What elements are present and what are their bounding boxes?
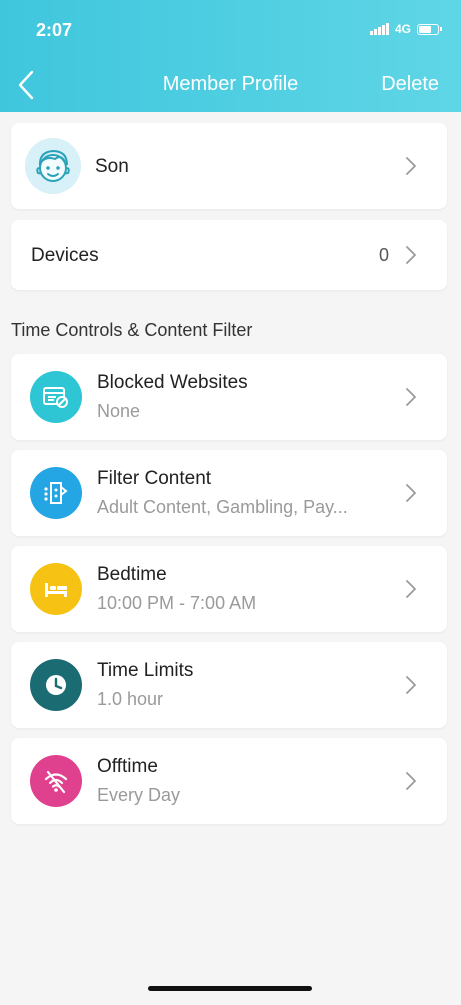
battery-icon	[417, 23, 442, 35]
item-title: Offtime	[97, 756, 158, 777]
status-time: 2:07	[36, 20, 73, 40]
avatar	[25, 138, 81, 194]
chevron-right-icon	[406, 157, 416, 175]
item-subtitle: 1.0 hour	[97, 689, 164, 709]
network-type: 4G	[394, 22, 411, 36]
bed-icon	[30, 563, 82, 615]
wifi-off-icon	[30, 755, 82, 807]
item-subtitle: None	[97, 401, 141, 421]
chevron-right-icon	[406, 388, 416, 406]
blocked-websites-row[interactable]: Blocked Websites None	[11, 354, 447, 440]
filter-content-icon	[30, 467, 82, 519]
profile-name: Son	[95, 156, 129, 177]
chevron-right-icon	[406, 484, 416, 502]
offtime-row[interactable]: Offtime Every Day	[11, 738, 447, 824]
devices-count: 0	[378, 245, 389, 265]
profile-card[interactable]: Son	[11, 123, 447, 209]
item-title: Bedtime	[97, 564, 167, 585]
chevron-right-icon	[406, 772, 416, 790]
chevron-right-icon	[406, 580, 416, 598]
clock-icon	[30, 659, 82, 711]
devices-label: Devices	[31, 245, 99, 266]
time-limits-row[interactable]: Time Limits 1.0 hour	[11, 642, 447, 728]
delete-button[interactable]: Delete	[381, 73, 439, 96]
item-title: Filter Content	[97, 468, 212, 489]
blocked-websites-icon	[30, 371, 82, 423]
status-indicators: 4G	[369, 22, 442, 36]
chevron-right-icon	[406, 676, 416, 694]
item-subtitle: Adult Content, Gambling, Pay...	[97, 497, 348, 517]
signal-icon	[369, 23, 389, 35]
home-indicator[interactable]	[148, 986, 312, 991]
devices-row[interactable]: Devices 0	[11, 220, 447, 290]
item-subtitle: Every Day	[97, 785, 181, 805]
filter-content-row[interactable]: Filter Content Adult Content, Gambling, …	[11, 450, 447, 536]
item-subtitle: 10:00 PM - 7:00 AM	[97, 593, 257, 613]
header-bar: 2:07 4G Member Profile Delete	[0, 0, 461, 112]
boy-avatar-icon	[36, 149, 70, 182]
section-title: Time Controls & Content Filter	[11, 320, 253, 340]
chevron-right-icon	[406, 246, 416, 264]
item-title: Time Limits	[97, 660, 194, 681]
item-title: Blocked Websites	[97, 372, 248, 393]
bedtime-row[interactable]: Bedtime 10:00 PM - 7:00 AM	[11, 546, 447, 632]
